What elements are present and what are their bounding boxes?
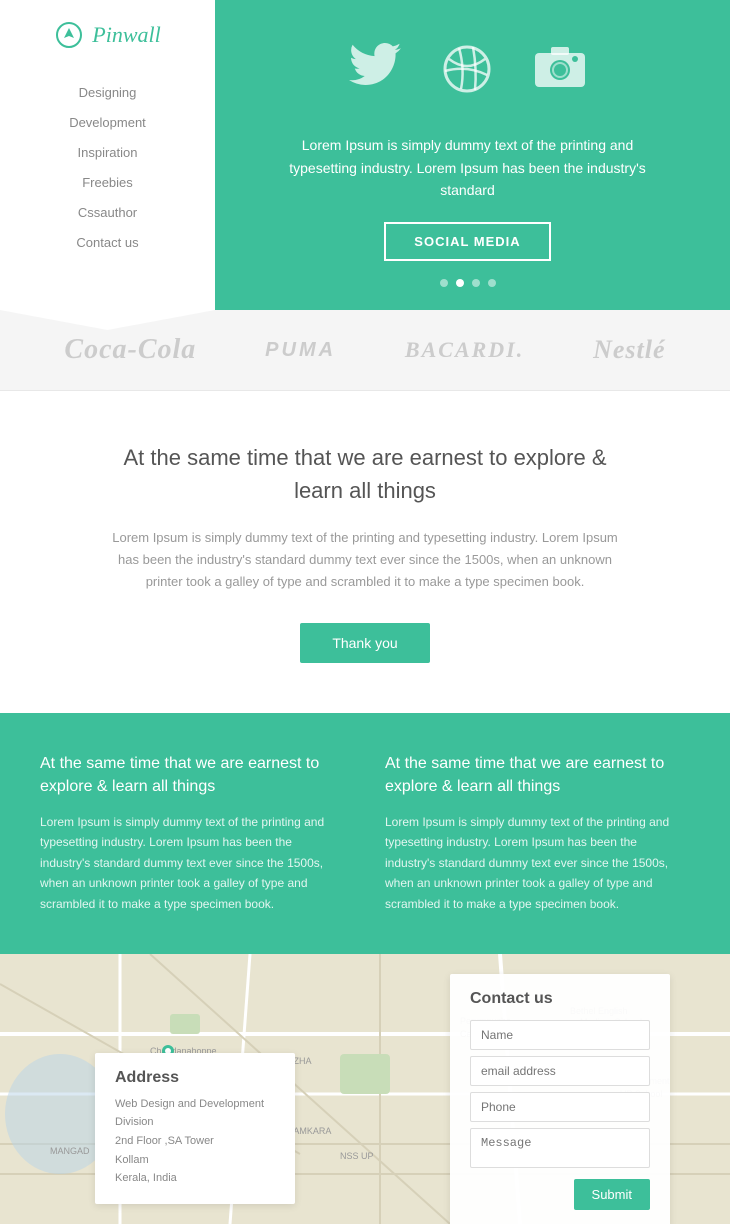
social-icons-row — [349, 43, 587, 104]
address-line3: Kollam — [115, 1154, 149, 1166]
dribbble-icon[interactable] — [441, 43, 493, 104]
nav-item-designing[interactable]: Designing — [0, 78, 215, 108]
address-line1: Web Design and Development Division — [115, 1098, 264, 1129]
contact-email-input[interactable] — [470, 1056, 650, 1086]
address-title: Address — [115, 1069, 275, 1087]
dot-1[interactable] — [440, 279, 448, 287]
mid-heading: At the same time that we are earnest to … — [100, 441, 630, 507]
info-section: At the same time that we are earnest to … — [0, 713, 730, 954]
hero-description: Lorem Ipsum is simply dummy text of the … — [288, 134, 648, 201]
dot-2[interactable] — [456, 279, 464, 287]
info-col1-heading: At the same time that we are earnest to … — [40, 753, 345, 798]
brand-nestle: Nestlé — [593, 335, 665, 365]
brand-cocacola: Coca-Cola — [64, 334, 196, 366]
contact-phone-input[interactable] — [470, 1092, 650, 1122]
nav-menu: Designing Development Inspiration Freebi… — [0, 78, 215, 258]
map-contact-section: Chandanahoppe MANGAD KILIKOLLUR MAMPUZHA… — [0, 954, 730, 1224]
nav-item-inspiration[interactable]: Inspiration — [0, 138, 215, 168]
brand-bacardi: BACARDI. — [405, 337, 524, 363]
contact-form-title: Contact us — [470, 990, 650, 1008]
mid-section: At the same time that we are earnest to … — [0, 391, 730, 713]
address-line4: Kerala, India — [115, 1172, 177, 1184]
brand-puma: PUMA — [265, 339, 336, 362]
contact-name-input[interactable] — [470, 1020, 650, 1050]
submit-button[interactable]: Submit — [574, 1179, 650, 1210]
nav-item-freebies[interactable]: Freebies — [0, 168, 215, 198]
camera-icon[interactable] — [533, 43, 587, 104]
thank-you-button[interactable]: Thank you — [300, 623, 429, 663]
info-col-2: At the same time that we are earnest to … — [385, 753, 690, 914]
svg-text:MANGAD: MANGAD — [50, 1146, 90, 1156]
info-col2-text: Lorem Ipsum is simply dummy text of the … — [385, 812, 690, 914]
logo-text: Pinwall — [92, 22, 160, 48]
info-col1-text: Lorem Ipsum is simply dummy text of the … — [40, 812, 345, 914]
info-col-1: At the same time that we are earnest to … — [40, 753, 345, 914]
hero-content: Lorem Ipsum is simply dummy text of the … — [215, 0, 730, 310]
sidebar: Pinwall Designing Development Inspiratio… — [0, 0, 215, 310]
address-line2: 2nd Floor ,SA Tower — [115, 1135, 214, 1147]
info-col2-heading: At the same time that we are earnest to … — [385, 753, 690, 798]
carousel-dots — [440, 279, 496, 287]
nav-item-contact[interactable]: Contact us — [0, 228, 215, 258]
contact-message-input[interactable] — [470, 1128, 650, 1168]
dot-3[interactable] — [472, 279, 480, 287]
contact-form: Contact us Submit — [450, 974, 670, 1224]
twitter-icon[interactable] — [349, 43, 401, 104]
nav-item-cssauthor[interactable]: Cssauthor — [0, 198, 215, 228]
logo-icon — [54, 20, 84, 50]
social-media-button[interactable]: SOCIAL MEDIA — [384, 222, 550, 261]
address-box: Address Web Design and Development Divis… — [95, 1053, 295, 1204]
hero-section: Pinwall Designing Development Inspiratio… — [0, 0, 730, 310]
logo-area: Pinwall — [54, 20, 160, 50]
mid-text: Lorem Ipsum is simply dummy text of the … — [100, 527, 630, 593]
svg-text:NSS UP: NSS UP — [340, 1151, 374, 1161]
dot-4[interactable] — [488, 279, 496, 287]
nav-item-development[interactable]: Development — [0, 108, 215, 138]
